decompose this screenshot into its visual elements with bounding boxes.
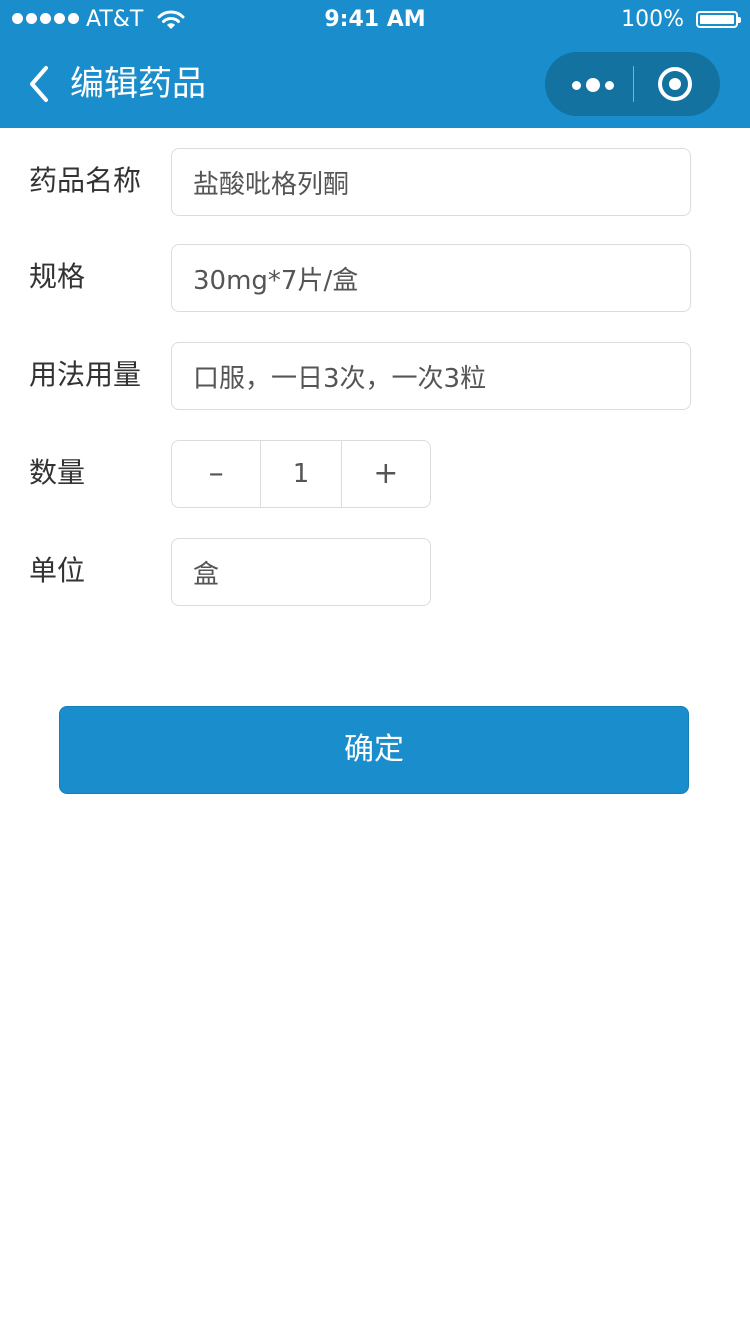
close-miniprogram-button[interactable] [634, 52, 720, 116]
chevron-left-icon [30, 66, 48, 102]
more-button[interactable] [545, 52, 633, 116]
more-dots-icon [572, 78, 614, 92]
confirm-button[interactable]: 确定 [59, 706, 689, 794]
unit-input[interactable] [171, 538, 431, 606]
target-circle-icon [658, 67, 692, 101]
mini-program-capsule [545, 52, 720, 116]
drug-name-input[interactable] [171, 148, 691, 216]
battery-icon [696, 11, 741, 28]
unit-label: 单位 [29, 554, 86, 587]
quantity-decrease-button[interactable]: – [172, 441, 260, 507]
usage-label: 用法用量 [29, 358, 142, 391]
usage-input[interactable] [171, 342, 691, 410]
nav-header: AT&T 9:41 AM 100% 编辑药品 [0, 0, 750, 128]
quantity-increase-button[interactable]: + [342, 441, 430, 507]
back-button[interactable] [24, 60, 64, 108]
spec-label: 规格 [29, 260, 86, 293]
status-bar: AT&T 9:41 AM 100% [0, 0, 750, 40]
battery-percentage: 100% [621, 7, 684, 32]
quantity-label: 数量 [29, 456, 86, 489]
quantity-stepper: – 1 + [171, 440, 431, 508]
page-title: 编辑药品 [70, 64, 206, 104]
quantity-value[interactable]: 1 [260, 441, 342, 507]
spec-input[interactable] [171, 244, 691, 312]
drug-name-label: 药品名称 [29, 164, 142, 197]
